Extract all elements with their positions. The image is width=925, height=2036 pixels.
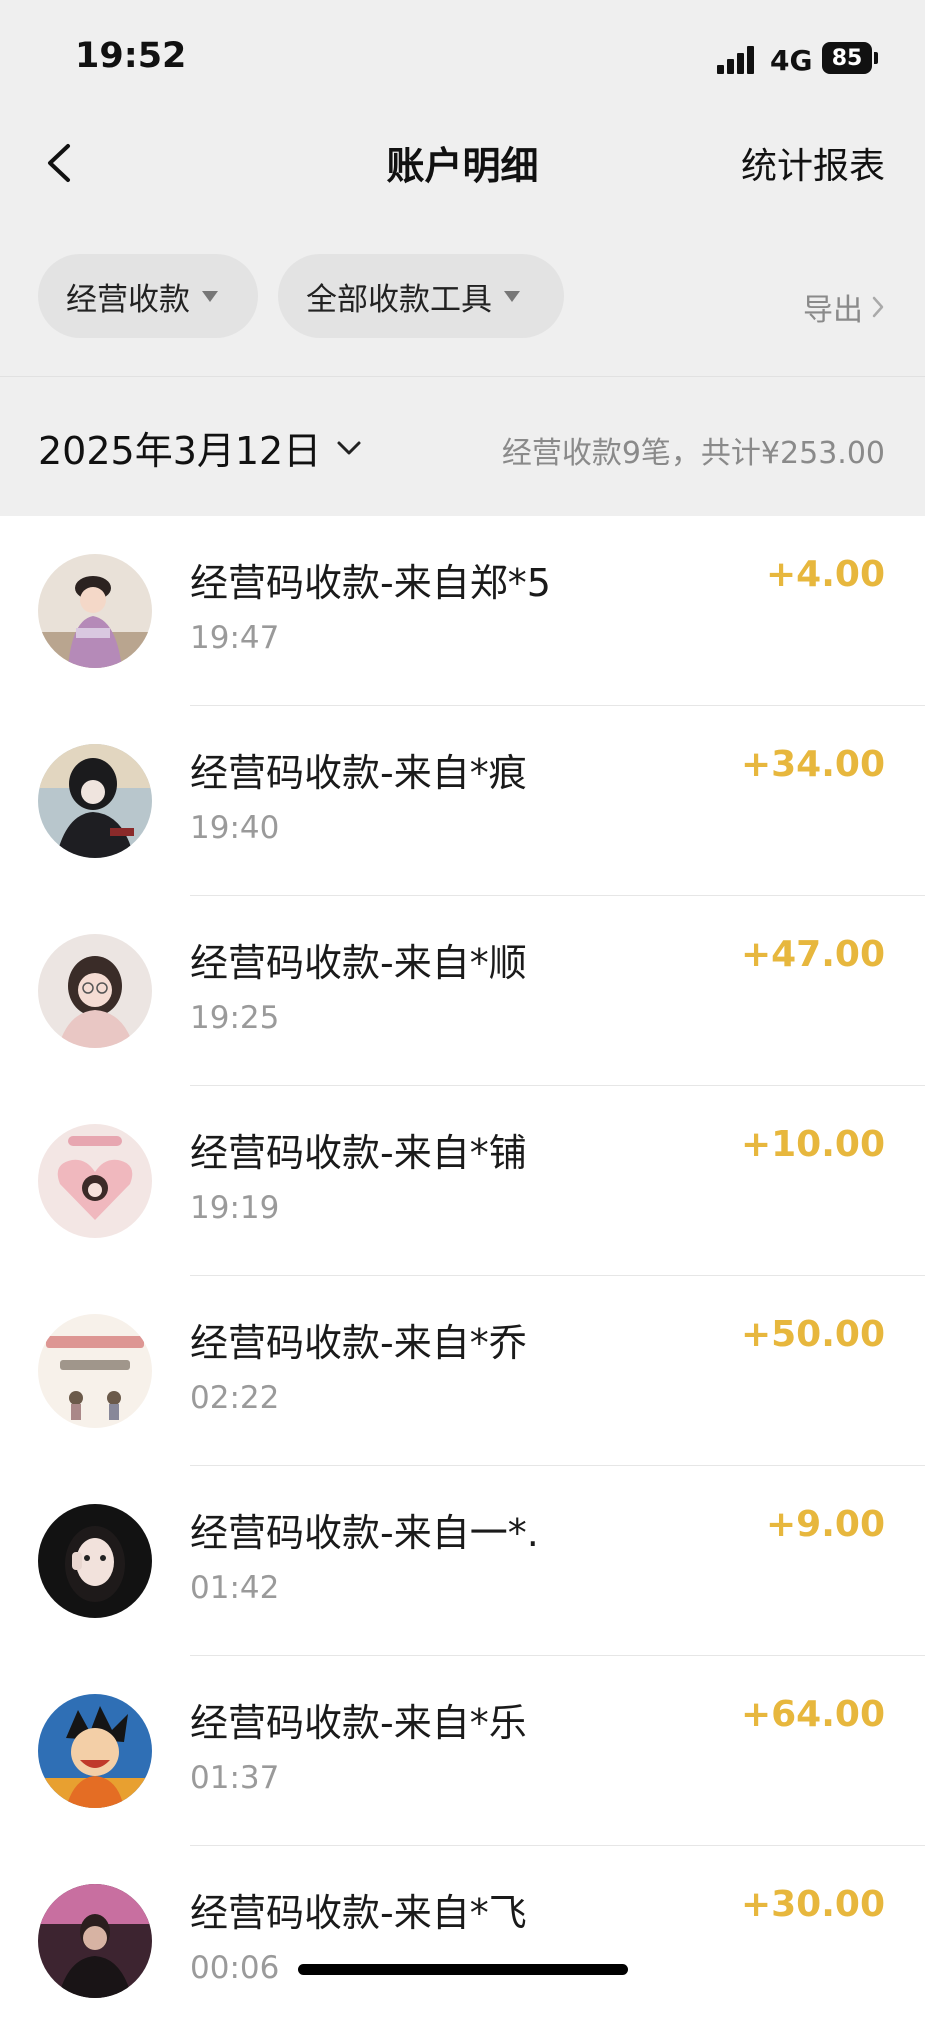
transaction-row[interactable]: 经营码收款-来自*痕 19:40 +34.00 <box>0 706 925 896</box>
caret-down-icon <box>504 290 520 302</box>
transaction-amount: +9.00 <box>766 1504 885 1545</box>
tool-filter-dropdown[interactable]: 全部收款工具 <box>278 254 564 338</box>
transaction-amount: +4.00 <box>766 554 885 595</box>
status-time: 19:52 <box>75 36 187 76</box>
transaction-time: 01:37 <box>190 1760 280 1796</box>
avatar <box>38 1884 152 1998</box>
transaction-row[interactable]: 经营码收款-来自*乐 01:37 +64.00 <box>0 1656 925 1846</box>
transaction-row[interactable]: 经营码收款-来自*乔 02:22 +50.00 <box>0 1276 925 1466</box>
transaction-title: 经营码收款-来自*顺 <box>190 941 527 985</box>
transaction-amount: +34.00 <box>740 744 885 785</box>
type-filter-label: 经营收款 <box>66 281 190 318</box>
transaction-row[interactable]: 经营码收款-来自郑*5 19:47 +4.00 <box>0 516 925 706</box>
export-button[interactable]: 导出 <box>803 285 885 329</box>
transaction-title: 经营码收款-来自*乐 <box>190 1701 527 1745</box>
avatar <box>38 934 152 1048</box>
transaction-amount: +30.00 <box>740 1884 885 1925</box>
statistics-report-button[interactable]: 统计报表 <box>741 137 885 189</box>
transaction-title: 经营码收款-来自*乔 <box>190 1321 527 1365</box>
transaction-amount: +64.00 <box>740 1694 885 1735</box>
date-picker[interactable]: 2025年3月12日 <box>38 420 363 475</box>
chevron-right-icon <box>872 296 884 318</box>
transaction-time: 00:06 <box>190 1950 280 1986</box>
transaction-time: 02:22 <box>190 1380 280 1416</box>
battery-level: 85 <box>831 45 863 71</box>
transaction-row[interactable]: 经营码收款-来自*飞 00:06 +30.00 <box>0 1846 925 2036</box>
date-label: 2025年3月12日 <box>38 429 322 473</box>
day-summary: 经营收款9笔，共计¥253.00 <box>501 436 885 471</box>
transaction-row[interactable]: 经营码收款-来自*铺 19:19 +10.00 <box>0 1086 925 1276</box>
transaction-amount: +50.00 <box>740 1314 885 1355</box>
network-label: 4G <box>770 44 813 77</box>
avatar <box>38 1504 152 1618</box>
type-filter-dropdown[interactable]: 经营收款 <box>38 254 258 338</box>
transaction-time: 19:25 <box>190 1000 280 1036</box>
home-indicator <box>298 1964 628 1975</box>
avatar <box>38 744 152 858</box>
avatar <box>38 1124 152 1238</box>
transaction-title: 经营码收款-来自*飞 <box>190 1891 527 1935</box>
battery-icon: 85 <box>822 42 872 74</box>
signal-icon <box>717 46 757 74</box>
avatar <box>38 1314 152 1428</box>
export-label: 导出 <box>803 293 863 328</box>
transaction-time: 01:42 <box>190 1570 280 1606</box>
divider <box>0 376 925 377</box>
transaction-amount: +10.00 <box>740 1124 885 1165</box>
transaction-row[interactable]: 经营码收款-来自*顺 19:25 +47.00 <box>0 896 925 1086</box>
transaction-title: 经营码收款-来自一*. <box>190 1511 539 1555</box>
transaction-row[interactable]: 经营码收款-来自一*. 01:42 +9.00 <box>0 1466 925 1656</box>
back-icon[interactable] <box>38 138 88 188</box>
tool-filter-label: 全部收款工具 <box>306 281 492 318</box>
transaction-time: 19:40 <box>190 810 280 846</box>
avatar <box>38 554 152 668</box>
transaction-title: 经营码收款-来自*铺 <box>190 1131 527 1175</box>
transaction-amount: +47.00 <box>740 934 885 975</box>
caret-down-icon <box>202 290 218 302</box>
transaction-title: 经营码收款-来自郑*5 <box>190 561 551 605</box>
transaction-time: 19:47 <box>190 620 280 656</box>
chevron-down-icon <box>337 441 361 454</box>
transaction-time: 19:19 <box>190 1190 280 1226</box>
transaction-list: 经营码收款-来自郑*5 19:47 +4.00 经营码收款-来自*痕 19:40… <box>0 516 925 2036</box>
transaction-title: 经营码收款-来自*痕 <box>190 751 527 795</box>
battery-tip <box>874 52 878 64</box>
avatar <box>38 1694 152 1808</box>
